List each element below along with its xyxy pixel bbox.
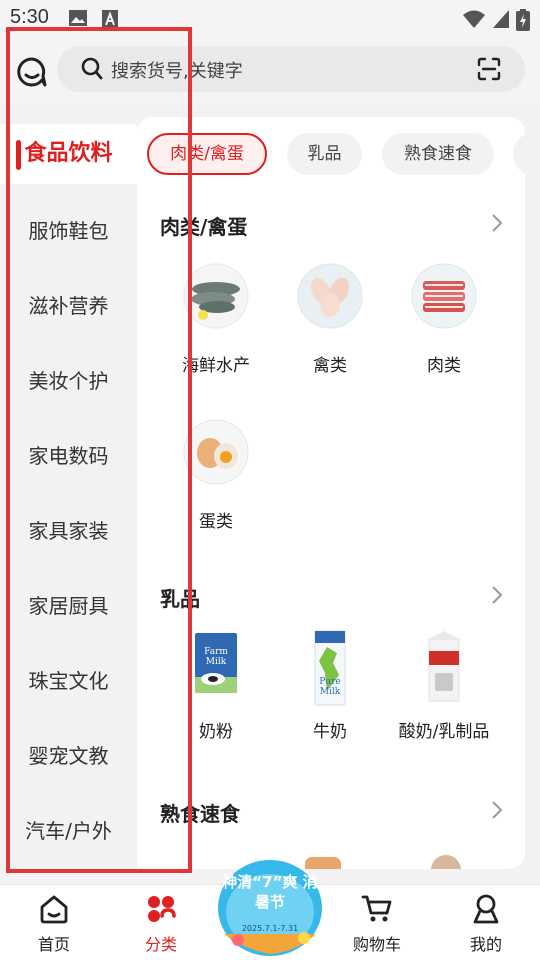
milk-powder-thumbnail: Farm Milk	[183, 629, 249, 709]
status-bar: 5:30	[0, 0, 540, 36]
subcategory-meat[interactable]: 肉类	[389, 263, 499, 383]
subcategory-label: 蛋类	[199, 512, 233, 532]
milk-pack-text: Pure Milk	[319, 677, 341, 697]
eggs-thumbnail	[183, 419, 249, 485]
subcategory-seafood[interactable]: 海鲜水产	[161, 263, 271, 383]
chevron-right-icon[interactable]	[491, 800, 503, 820]
milk-thumbnail: Pure Milk	[297, 629, 363, 709]
header: 搜索货号,关键字	[0, 36, 540, 104]
category-item-auto-outdoor[interactable]: 汽车/户外	[0, 801, 137, 861]
chip-ready-meals[interactable]: 熟食速食	[382, 133, 494, 175]
section-title-meat[interactable]: 肉类/禽蛋	[160, 211, 247, 240]
subcategory-poultry[interactable]: 禽类	[275, 263, 385, 383]
battery-icon	[516, 9, 530, 31]
subcategory-eggs[interactable]: 蛋类	[161, 419, 271, 539]
category-item-baby-pet[interactable]: 婴宠文教	[0, 726, 137, 786]
cart-icon	[361, 895, 392, 922]
subcategory-label: 酸奶/乳制品	[398, 722, 490, 742]
tab-home[interactable]: 首页	[4, 885, 104, 960]
chip-more[interactable]	[513, 133, 525, 175]
poultry-thumbnail	[297, 263, 363, 329]
scan-icon[interactable]	[477, 57, 501, 81]
category-item-kitchenware[interactable]: 家居厨具	[0, 576, 137, 636]
tab-cart[interactable]: 购物车	[327, 885, 427, 960]
subcategory-label: 肉类	[427, 356, 461, 376]
milk-powder-pack-text: Farm Milk	[204, 647, 228, 667]
subcategory-panel: 肉类/禽蛋 乳品 熟食速食 肉类/禽蛋 海鲜水产 禽类 肉类 蛋类 乳品 Far…	[137, 117, 525, 869]
promo-badge[interactable]: 神清“7”爽 消暑节 2025.7.1-7.31	[216, 854, 324, 958]
profile-icon	[473, 894, 499, 924]
tab-profile[interactable]: 我的	[436, 885, 536, 960]
font-icon	[102, 10, 118, 28]
category-sidebar: 食品饮料 服饰鞋包 滋补营养 美妆个护 家电数码 家具家装 家居厨具 珠宝文化 …	[0, 104, 137, 884]
category-item-electronics[interactable]: 家电数码	[0, 426, 137, 486]
tab-label: 我的	[469, 935, 502, 954]
promo-dates: 2025.7.1-7.31	[241, 924, 299, 933]
chat-icon[interactable]	[16, 56, 48, 88]
category-item-beauty[interactable]: 美妆个护	[0, 351, 137, 411]
subcategory-label: 海鲜水产	[182, 356, 250, 376]
ready-meal-thumbnail-partial[interactable]	[431, 855, 461, 869]
subcategory-yogurt[interactable]: 酸奶/乳制品	[389, 629, 499, 749]
meat-thumbnail	[411, 263, 477, 329]
signal-icon	[493, 10, 509, 28]
subcategory-milk-powder[interactable]: Farm Milk 奶粉	[161, 629, 271, 749]
home-icon	[40, 895, 68, 924]
tab-label: 分类	[144, 935, 177, 954]
wifi-icon	[463, 10, 485, 28]
category-icon	[148, 896, 176, 922]
section-title-dairy[interactable]: 乳品	[160, 583, 200, 612]
subcategory-milk[interactable]: Pure Milk 牛奶	[275, 629, 385, 749]
search-placeholder: 搜索货号,关键字	[111, 61, 243, 82]
tab-label: 购物车	[352, 935, 401, 954]
seafood-thumbnail	[183, 263, 249, 329]
category-item-jewelry[interactable]: 珠宝文化	[0, 651, 137, 711]
tab-label: 首页	[37, 935, 70, 954]
promo-title: 神清“7”爽 消暑节	[222, 873, 318, 911]
category-item-furniture[interactable]: 家具家装	[0, 501, 137, 561]
yogurt-thumbnail	[411, 629, 477, 709]
category-active-indicator	[16, 140, 21, 170]
chevron-right-icon[interactable]	[491, 585, 503, 605]
search-input[interactable]: 搜索货号,关键字	[57, 46, 525, 92]
tab-category[interactable]: 分类	[111, 885, 211, 960]
subcategory-label: 禽类	[313, 356, 347, 376]
category-item-nutrition[interactable]: 滋补营养	[0, 276, 137, 336]
chevron-right-icon[interactable]	[491, 213, 503, 233]
chip-meat-eggs[interactable]: 肉类/禽蛋	[147, 133, 267, 175]
subcategory-label: 奶粉	[199, 722, 233, 742]
category-item-apparel[interactable]: 服饰鞋包	[0, 201, 137, 261]
gallery-icon	[69, 10, 87, 26]
subcategory-label: 牛奶	[313, 722, 347, 742]
status-time: 5:30	[10, 6, 49, 28]
search-icon	[81, 57, 103, 80]
section-title-ready-meals[interactable]: 熟食速食	[160, 798, 240, 827]
chip-dairy[interactable]: 乳品	[287, 133, 362, 175]
